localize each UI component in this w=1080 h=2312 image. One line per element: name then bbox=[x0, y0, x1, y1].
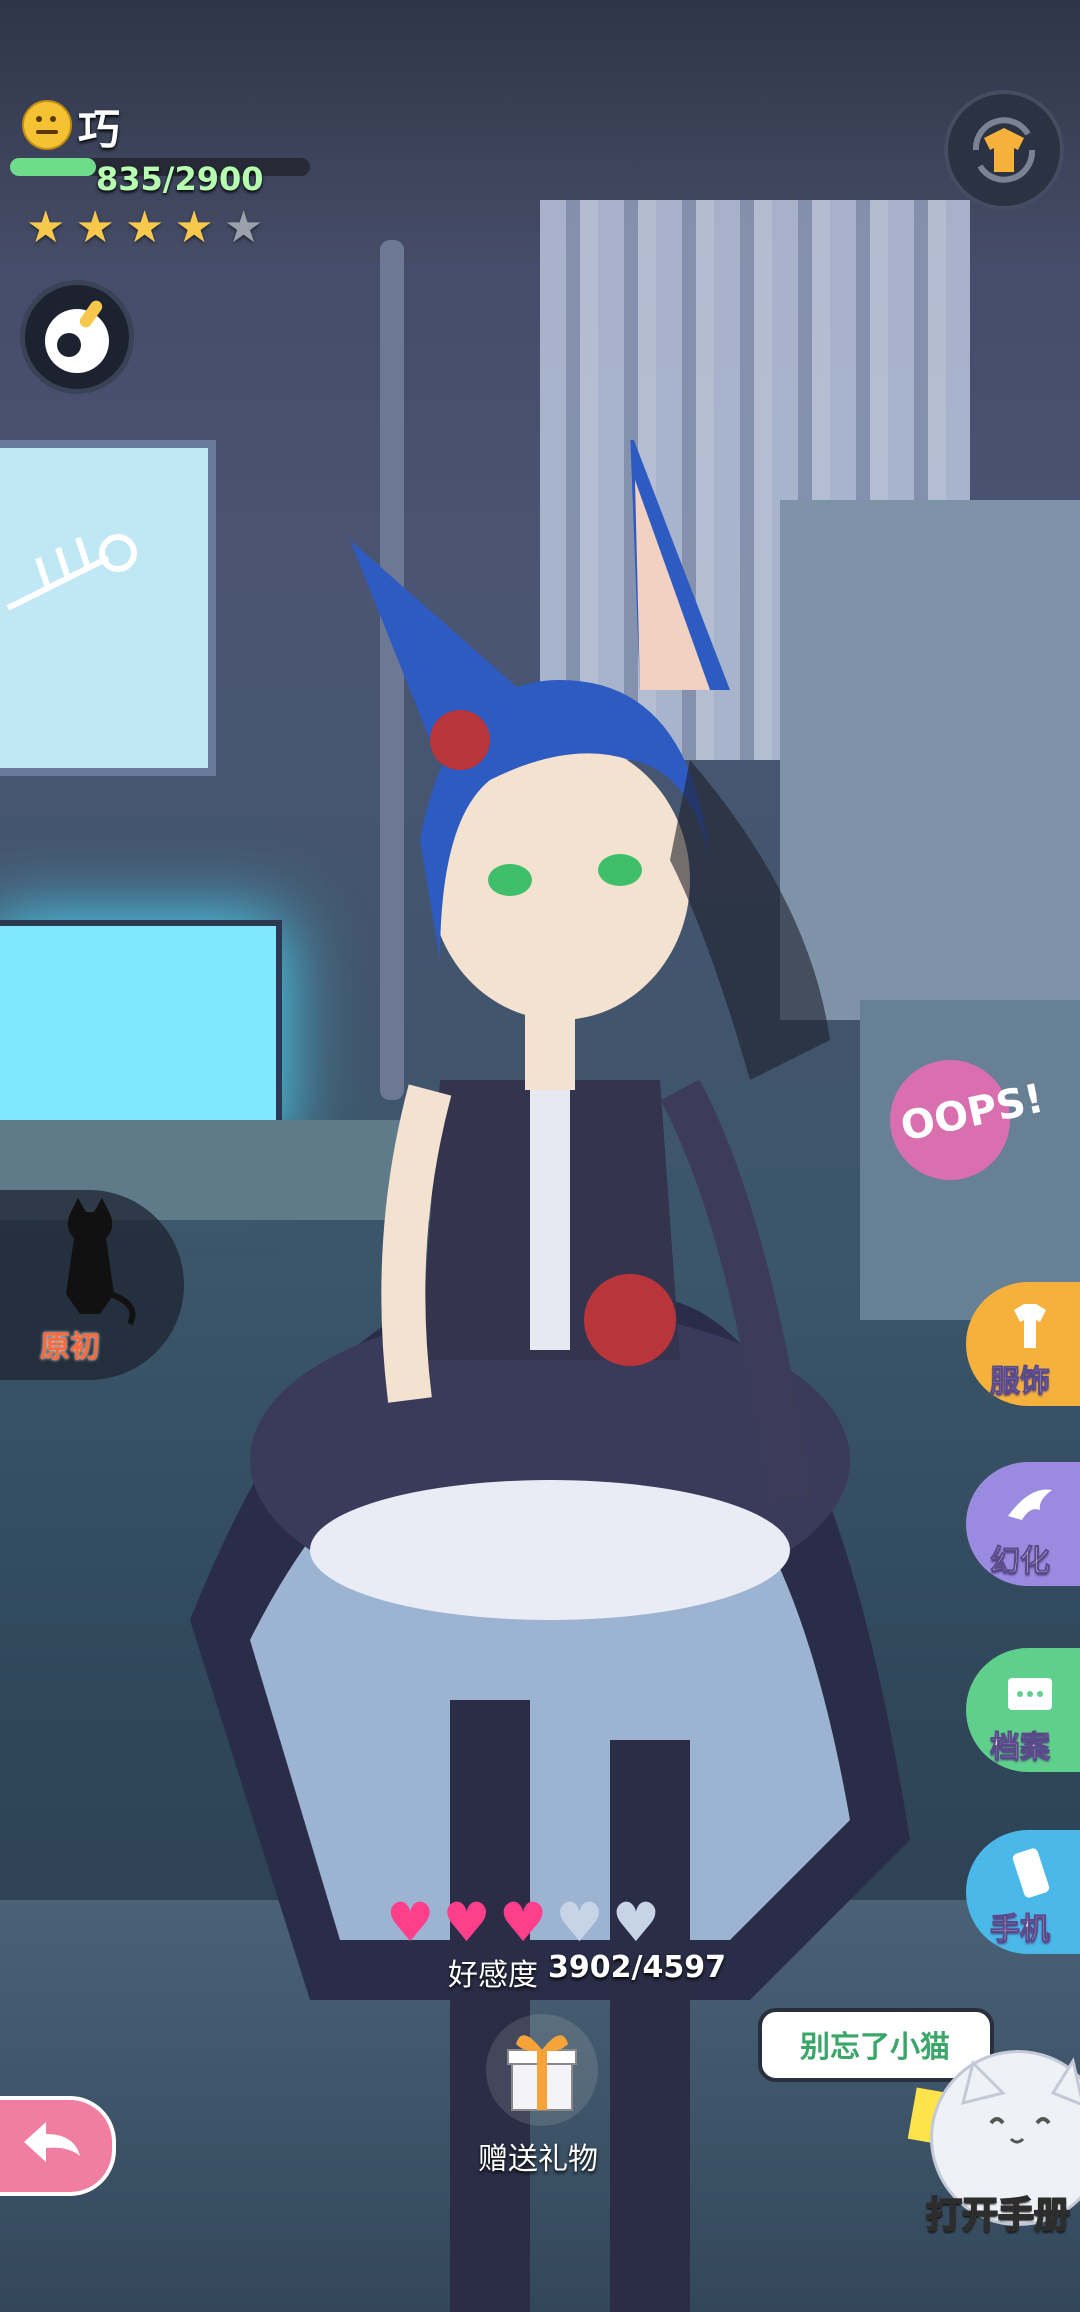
star-icon: ★ bbox=[174, 202, 214, 253]
wall-screen bbox=[0, 440, 216, 776]
speech-bubble-text: 别忘了小猫 bbox=[800, 2030, 950, 2065]
mood-smiley-icon bbox=[22, 100, 72, 150]
side-menu-label: 档案 bbox=[990, 1730, 1051, 1766]
heart-icon: ♥ bbox=[555, 1891, 604, 1954]
heart-icon: ♥ bbox=[386, 1891, 435, 1954]
star-icon: ★ bbox=[75, 202, 115, 253]
folder-icon bbox=[1008, 1678, 1052, 1710]
view-toggle-button[interactable] bbox=[20, 280, 134, 394]
star-rating: ★ ★ ★ ★ ★ bbox=[26, 206, 263, 250]
send-gift-button[interactable] bbox=[486, 2014, 598, 2126]
side-menu-item[interactable]: 幻化 bbox=[966, 1462, 1080, 1586]
affection-value: 3902/4597 bbox=[548, 1950, 726, 1985]
gift-box-icon bbox=[507, 2035, 577, 2111]
star-icon: ★ bbox=[223, 202, 264, 253]
side-menu-item[interactable]: 档案 bbox=[966, 1648, 1080, 1772]
game-scene: OOPS! 巧 835/2900 ★ ★ ★ ★ ★ 原初 服饰 幻化 档案 手… bbox=[0, 0, 1080, 2312]
star-icon: ★ bbox=[26, 202, 66, 253]
send-gift-label: 赠送礼物 bbox=[478, 2142, 598, 2177]
back-arrow-icon bbox=[24, 2122, 80, 2162]
xp-bar-fill bbox=[10, 158, 97, 176]
side-menu-item[interactable]: 手机 bbox=[966, 1830, 1080, 1954]
character-name: 巧 bbox=[78, 105, 121, 154]
xp-text: 835/2900 bbox=[96, 160, 264, 198]
cat-silhouette-icon bbox=[66, 1198, 136, 1326]
back-button[interactable] bbox=[0, 2096, 116, 2196]
side-menu-label: 服饰 bbox=[990, 1364, 1051, 1400]
heart-icon: ♥ bbox=[498, 1891, 548, 1954]
open-handbook-label[interactable]: 打开手册 bbox=[925, 2186, 1071, 2238]
side-menu-item[interactable]: 服饰 bbox=[966, 1282, 1080, 1406]
eye-icon bbox=[45, 300, 109, 373]
heart-icon: ♥ bbox=[611, 1891, 661, 1954]
star-icon: ★ bbox=[124, 202, 165, 253]
clothes-icon bbox=[1014, 1304, 1046, 1348]
side-menu-label: 手机 bbox=[990, 1912, 1051, 1948]
refresh-icon bbox=[972, 117, 1036, 183]
side-menu-label: 幻化 bbox=[990, 1544, 1051, 1580]
affection-label: 好感度 bbox=[448, 1958, 538, 1993]
refresh-outfit-button[interactable] bbox=[944, 90, 1064, 210]
bird-icon bbox=[1008, 1489, 1052, 1520]
outfit-badge-label: 原初 bbox=[40, 1330, 100, 1365]
affection-hearts: ♥ ♥ ♥ ♥ ♥ bbox=[386, 1896, 660, 1950]
heart-icon: ♥ bbox=[442, 1891, 491, 1954]
phone-icon bbox=[1012, 1848, 1050, 1898]
